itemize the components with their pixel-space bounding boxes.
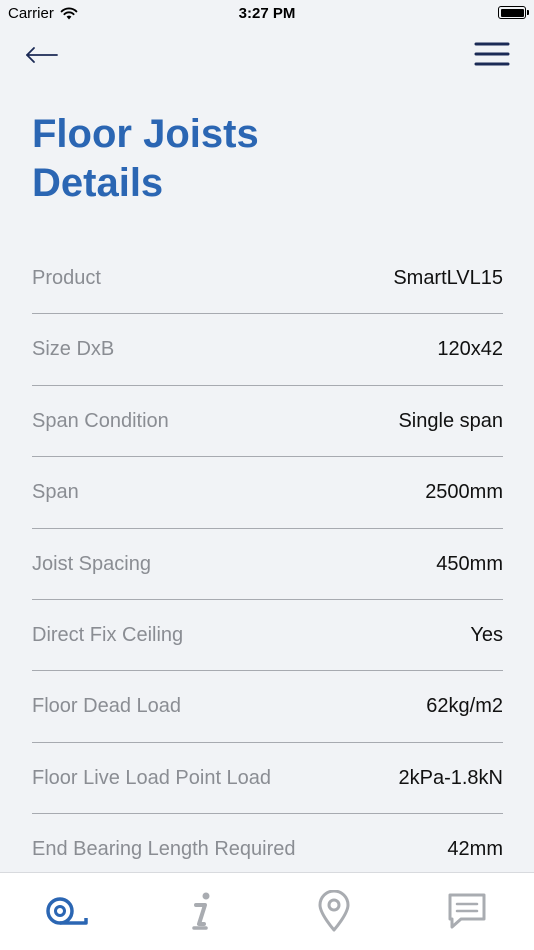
row-value: 2kPa-1.8kN [398, 766, 504, 789]
status-bar: Carrier 3:27 PM [0, 0, 534, 28]
row-label: End Bearing Length Required [32, 838, 296, 861]
tab-measure[interactable] [42, 889, 92, 933]
detail-row-span: Span 2500mm [32, 457, 503, 529]
row-label: Joist Spacing [32, 552, 151, 575]
row-label: Floor Live Load Point Load [32, 766, 272, 789]
arrow-left-icon [26, 47, 58, 63]
detail-row-floor-dead-load: Floor Dead Load 62kg/m2 [32, 671, 503, 743]
details-list: Product SmartLVL15 Size DxB 120x42 Span … [32, 243, 503, 886]
status-time: 3:27 PM [238, 5, 296, 22]
detail-row-joist-spacing: Joist Spacing 450mm [32, 529, 503, 600]
nav-bar [0, 30, 534, 80]
tab-bar [0, 872, 534, 950]
row-label: Size DxB [32, 338, 115, 361]
row-label: Span [32, 481, 79, 504]
location-pin-icon [318, 890, 350, 932]
row-label: Product [32, 267, 101, 289]
row-value: Single span [398, 409, 503, 432]
detail-row-direct-fix-ceiling: Direct Fix Ceiling Yes [32, 600, 503, 672]
row-value: SmartLVL15 [393, 267, 503, 289]
menu-button[interactable] [474, 40, 510, 68]
row-label: Span Condition [32, 409, 169, 432]
tab-messages[interactable] [442, 889, 492, 933]
row-label: Direct Fix Ceiling [32, 623, 184, 646]
tape-measure-icon [46, 897, 88, 925]
row-label: Floor Dead Load [32, 695, 181, 718]
info-icon [192, 892, 210, 930]
row-value: 62kg/m2 [426, 695, 503, 718]
row-value: 2500mm [425, 481, 503, 504]
detail-row-size: Size DxB 120x42 [32, 314, 503, 386]
tab-info[interactable] [176, 889, 226, 933]
row-value: 120x42 [437, 338, 503, 361]
detail-row-span-condition: Span Condition Single span [32, 386, 503, 458]
row-value: 450mm [436, 552, 503, 575]
row-value: Yes [470, 623, 503, 646]
detail-row-product: Product SmartLVL15 [32, 243, 503, 315]
row-value: 42mm [447, 838, 503, 861]
detail-row-floor-live-load: Floor Live Load Point Load 2kPa-1.8kN [32, 743, 504, 815]
message-icon [448, 893, 486, 929]
battery-icon [498, 6, 529, 19]
back-button[interactable] [24, 42, 60, 68]
tab-location[interactable] [309, 889, 359, 933]
hamburger-menu-icon [474, 42, 510, 66]
page-title: Floor Joists Details [32, 112, 259, 205]
